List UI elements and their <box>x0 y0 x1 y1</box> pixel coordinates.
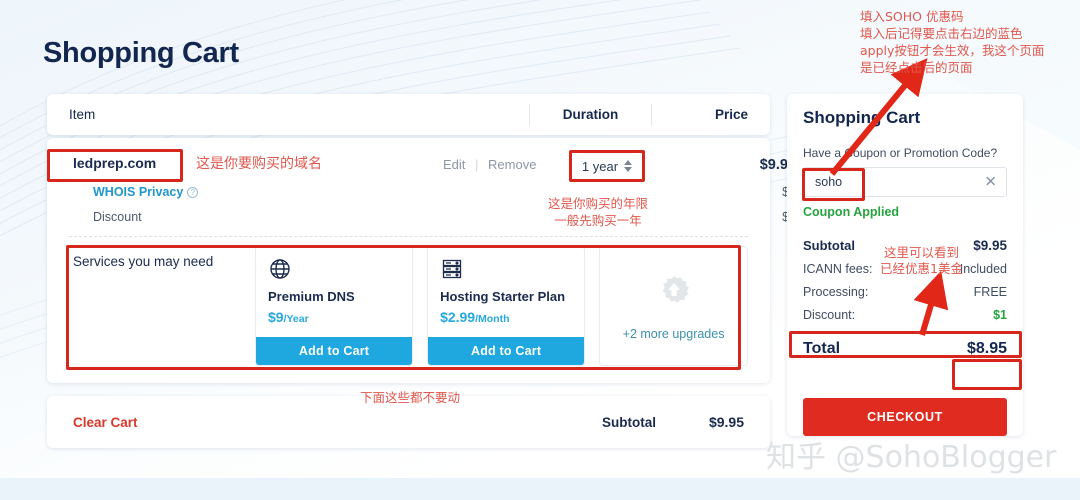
page-title: Shopping Cart <box>43 37 239 69</box>
upsell-card-premium-dns[interactable]: Premium DNS $9/Year Add to Cart <box>255 246 414 366</box>
checkout-button[interactable]: CHECKOUT <box>803 398 1007 436</box>
column-header-price: Price <box>714 107 748 122</box>
action-divider: | <box>475 157 479 172</box>
row-value: $1 <box>993 307 1007 322</box>
domain-name: ledprep.com <box>73 155 157 171</box>
coupon-status: Coupon Applied <box>803 205 900 219</box>
total-label: Total <box>803 340 841 357</box>
cart-table-header: Item Duration Price <box>47 94 770 135</box>
footer-subtotal-label: Subtotal <box>602 414 656 430</box>
globe-icon <box>268 257 400 281</box>
remove-link[interactable]: Remove <box>488 157 536 172</box>
row-value: Included <box>959 261 1007 276</box>
duration-value: 1 year <box>581 158 619 174</box>
clear-cart-button[interactable]: Clear Cart <box>73 415 602 430</box>
summary-total: Total $8.95 <box>803 333 1007 358</box>
upsell-name: Premium DNS <box>268 289 355 304</box>
bottom-band <box>0 478 1080 500</box>
upsell-price: $2.99/Month <box>440 309 572 325</box>
gear-upgrade-icon <box>654 272 694 317</box>
more-upgrades-card[interactable]: +2 more upgrades <box>599 246 748 366</box>
row-label: Discount: <box>803 307 856 322</box>
stepper-arrows-icon[interactable] <box>624 160 633 172</box>
whois-privacy-label: WHOIS Privacy <box>93 185 184 199</box>
help-icon[interactable]: ? <box>187 186 199 198</box>
upsell-title: Services you may need <box>73 254 214 269</box>
summary-row-processing: Processing: FREE <box>803 280 1007 303</box>
coupon-input-value: soho <box>815 175 843 189</box>
column-header-item: Item <box>69 107 96 122</box>
item-actions: Edit | Remove <box>443 157 536 172</box>
more-upgrades-label: +2 more upgrades <box>622 326 725 341</box>
upsell-card-hosting-starter[interactable]: Hosting Starter Plan $2.99/Month Add to … <box>427 246 586 366</box>
coupon-input[interactable]: soho ✕ <box>803 167 1007 197</box>
upsell-price-period: /Month <box>475 313 510 325</box>
row-value: FREE <box>973 284 1007 299</box>
upsell-name: Hosting Starter Plan <box>440 289 566 304</box>
row-label: ICANN fees: <box>803 261 873 276</box>
upsell-price-value: $9 <box>268 309 284 325</box>
row-label: Subtotal <box>803 238 855 253</box>
coupon-question: Have a Coupon or Promotion Code? <box>803 146 998 160</box>
whois-privacy-option[interactable]: WHOIS Privacy ? <box>93 185 199 199</box>
summary-title: Shopping Cart <box>803 108 921 127</box>
cart-item-row: ledprep.com WHOIS Privacy ? Discount Edi… <box>47 138 796 237</box>
footer-subtotal-value: $9.95 <box>708 414 744 430</box>
edit-link[interactable]: Edit <box>443 157 465 172</box>
upsell-price-value: $2.99 <box>440 309 476 325</box>
item-separator <box>69 236 748 237</box>
watermark: 知乎 @SohoBlogger <box>766 440 1057 475</box>
annotation-domain: 这是你要购买的域名 <box>196 156 322 172</box>
add-to-cart-button[interactable]: Add to Cart <box>256 337 413 365</box>
annotation-duration: 这是你购买的年限 一般先购买一年 <box>548 196 649 228</box>
annotation-discount: 这里可以看到 已经优惠1美金 <box>880 245 963 276</box>
upsell-price-period: /Year <box>283 313 309 325</box>
annotation-dont-move: 下面这些都不要动 <box>360 390 461 405</box>
annotation-coupon: 填入SOHO 优惠码 填入后记得要点击右边的蓝色 apply按钮才会生效，我这个… <box>860 9 1045 75</box>
column-header-duration: Duration <box>562 107 619 122</box>
upsell-section: Services you may need Premium DNS $9/Yea… <box>69 246 748 366</box>
item-discount-label: Discount <box>93 210 142 224</box>
close-icon[interactable]: ✕ <box>984 175 997 190</box>
upsell-price: $9/Year <box>268 309 400 325</box>
total-value: $8.95 <box>966 340 1007 357</box>
cart-item-card: ledprep.com WHOIS Privacy ? Discount Edi… <box>47 138 796 383</box>
row-label: Processing: <box>803 284 869 299</box>
server-icon <box>440 257 572 281</box>
shopping-cart-page: Shopping Cart Item Duration Price ledpre… <box>0 0 1080 500</box>
row-value: $9.95 <box>973 238 1007 253</box>
duration-stepper[interactable]: 1 year <box>571 152 643 180</box>
add-to-cart-button[interactable]: Add to Cart <box>428 337 585 365</box>
summary-row-discount: Discount: $1 <box>803 303 1007 326</box>
